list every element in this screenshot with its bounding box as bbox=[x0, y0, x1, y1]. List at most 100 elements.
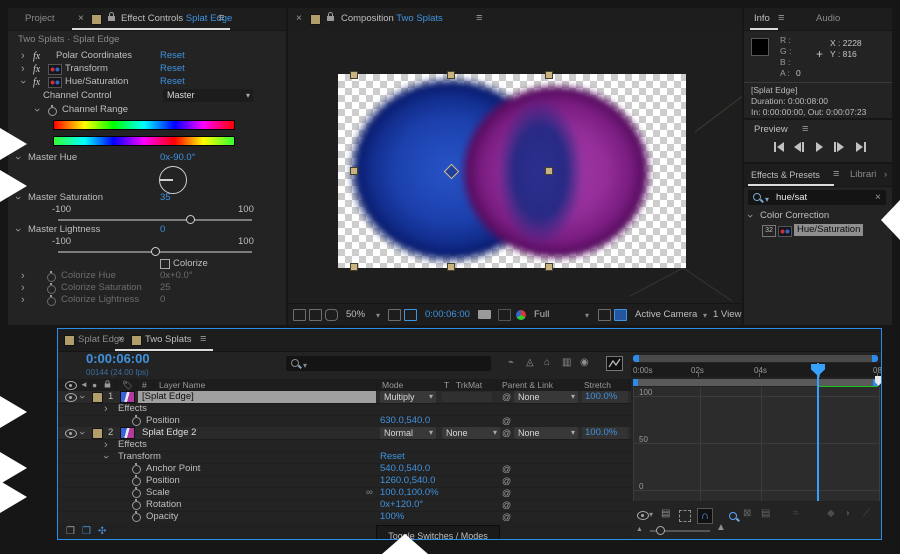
graph-editor-toggle[interactable] bbox=[606, 356, 623, 371]
selection-handle[interactable] bbox=[350, 167, 358, 175]
chevron-right-icon[interactable]: › bbox=[104, 440, 108, 450]
chevron-down-icon[interactable]: › bbox=[77, 395, 87, 399]
expand-in-out-stretch-icon[interactable]: ✣ bbox=[98, 526, 106, 538]
master-hue-value[interactable]: 0x-90.0° bbox=[160, 152, 196, 164]
pickwhip-icon[interactable]: @ bbox=[502, 428, 511, 438]
position-value[interactable]: 1260.0,540.0 bbox=[380, 475, 435, 487]
time-ruler[interactable]: 0:00s 02s 04s 08s bbox=[631, 363, 881, 377]
composition-mini-flowchart-icon[interactable]: ⌁ bbox=[508, 357, 514, 369]
effects-search-box[interactable]: ▾ hue/sat × bbox=[748, 190, 886, 205]
view-layout-menu[interactable]: 1 View bbox=[713, 309, 741, 321]
chevron-right-icon[interactable]: › bbox=[104, 404, 108, 414]
show-snapshot-icon[interactable] bbox=[498, 309, 511, 321]
chevron-down-icon[interactable]: › bbox=[745, 214, 755, 218]
pickwhip-icon[interactable]: @ bbox=[502, 512, 511, 522]
fit-selection-icon[interactable]: ⊠ bbox=[743, 508, 751, 520]
panel-menu-icon[interactable]: ≡ bbox=[778, 12, 784, 24]
ease-handles-icon[interactable]: ⟋ bbox=[863, 508, 870, 520]
panel-menu-icon[interactable]: ≡ bbox=[833, 168, 839, 180]
hide-shy-layers-icon[interactable]: ⌂ bbox=[544, 357, 550, 369]
chevron-down-icon[interactable]: › bbox=[13, 228, 23, 232]
reset-link[interactable]: Reset bbox=[160, 63, 185, 75]
channel-range-row[interactable]: › Channel Range bbox=[8, 104, 286, 116]
blend-mode-dropdown[interactable]: Multiply▾ bbox=[380, 391, 436, 403]
last-frame-button[interactable] bbox=[856, 142, 866, 152]
opacity-value[interactable]: 100% bbox=[380, 511, 404, 523]
slider-knob[interactable] bbox=[151, 247, 160, 256]
tab-audio[interactable]: Audio bbox=[816, 13, 840, 25]
panel-menu-icon[interactable]: ≡ bbox=[802, 123, 808, 135]
stopwatch-icon[interactable] bbox=[132, 489, 141, 498]
position-value[interactable]: 630.0,540.0 bbox=[380, 415, 430, 427]
stopwatch-icon[interactable] bbox=[132, 465, 141, 474]
frame-blending-icon[interactable]: ▥ bbox=[562, 357, 571, 369]
graph-editor[interactable]: 100 50 0 bbox=[633, 387, 879, 501]
stopwatch-icon[interactable] bbox=[132, 417, 141, 426]
composition-flowchart-icon[interactable] bbox=[293, 309, 306, 321]
colorize-checkbox[interactable] bbox=[160, 259, 170, 269]
pickwhip-icon[interactable]: @ bbox=[502, 476, 511, 486]
trkmat-dropdown[interactable]: None▾ bbox=[442, 427, 500, 439]
panel-menu-icon[interactable]: ≡ bbox=[476, 12, 482, 24]
stopwatch-icon[interactable] bbox=[132, 513, 141, 522]
navigator-end-handle[interactable] bbox=[872, 355, 878, 362]
easy-ease-icon[interactable]: ◗ bbox=[845, 508, 851, 520]
stopwatch-icon[interactable] bbox=[132, 501, 141, 510]
layer-name[interactable]: [Splat Edge] bbox=[142, 391, 194, 403]
zoom-slider-knob[interactable] bbox=[656, 526, 665, 535]
pickwhip-icon[interactable]: @ bbox=[502, 488, 511, 498]
pickwhip-icon[interactable]: @ bbox=[502, 500, 511, 510]
stretch-cell[interactable]: 100.0% bbox=[582, 391, 628, 403]
transparency-grid-icon[interactable] bbox=[598, 309, 611, 321]
tab-effect-controls[interactable]: Effect Controls Splat Edge bbox=[121, 13, 232, 25]
chevron-right-icon[interactable]: › bbox=[21, 51, 25, 61]
reset-link[interactable]: Reset bbox=[160, 50, 185, 62]
chevron-right-icon[interactable]: › bbox=[21, 271, 25, 281]
layer-name[interactable]: Splat Edge 2 bbox=[142, 427, 196, 439]
timeline-zoom-slider[interactable] bbox=[650, 530, 710, 532]
blend-mode-dropdown[interactable]: Normal▾ bbox=[380, 427, 436, 439]
audio-column-icon[interactable]: ◄ bbox=[80, 379, 88, 391]
snapshot-camera-icon[interactable] bbox=[478, 310, 491, 319]
draft-3d-icon[interactable]: ◬ bbox=[526, 357, 534, 369]
link-dimensions-icon[interactable]: ∞ bbox=[366, 487, 373, 499]
mask-path-icon[interactable] bbox=[404, 309, 417, 321]
selection-handle[interactable] bbox=[545, 71, 553, 79]
chevron-right-icon[interactable]: › bbox=[21, 283, 25, 293]
work-area-bar[interactable] bbox=[633, 379, 878, 386]
color-correction-group[interactable]: › Color Correction bbox=[744, 210, 892, 222]
parent-dropdown[interactable]: None▾ bbox=[514, 391, 578, 403]
chevron-right-icon[interactable]: › bbox=[21, 64, 25, 74]
zoom-in-mountain-icon[interactable]: ▲ bbox=[716, 522, 726, 534]
tab-info[interactable]: Info bbox=[754, 13, 770, 25]
fit-all-graphs-icon[interactable]: ▤ bbox=[761, 508, 770, 520]
close-icon[interactable]: × bbox=[78, 13, 84, 25]
clear-search-icon[interactable]: × bbox=[875, 192, 881, 204]
composition-viewer[interactable] bbox=[288, 30, 742, 303]
anchor-value[interactable]: 540.0,540.0 bbox=[380, 463, 430, 475]
playhead-line[interactable] bbox=[817, 363, 819, 501]
show-properties-icon[interactable]: ▤ bbox=[661, 508, 670, 520]
selection-handle[interactable] bbox=[545, 263, 553, 271]
effect-list-item-hue-saturation[interactable]: 32 Hue/Saturation bbox=[744, 224, 892, 237]
expand-transfer-controls-icon[interactable]: ❐ bbox=[82, 526, 91, 538]
channel-control-dropdown[interactable]: Master ▾ bbox=[163, 89, 253, 102]
pickwhip-icon[interactable]: @ bbox=[502, 392, 511, 402]
chevron-down-icon[interactable]: › bbox=[101, 455, 111, 459]
fast-previews-icon[interactable] bbox=[614, 309, 627, 321]
tab-effects-presets[interactable]: Effects & Presets bbox=[751, 169, 820, 181]
stretch-cell[interactable]: 100.0% bbox=[582, 427, 628, 439]
edit-keyframe-icon[interactable]: ◆ bbox=[827, 508, 835, 520]
comp-timecode[interactable]: 0:00:06:00 bbox=[425, 309, 470, 321]
monitor-icon[interactable] bbox=[309, 309, 322, 321]
zoom-out-mountain-icon[interactable]: ▲ bbox=[636, 524, 643, 536]
chevron-down-icon[interactable]: › bbox=[18, 80, 28, 84]
selection-handle[interactable] bbox=[350, 71, 358, 79]
parent-dropdown[interactable]: None▾ bbox=[514, 427, 578, 439]
tab-libraries[interactable]: Librari bbox=[850, 169, 876, 181]
choose-graph-type-icon[interactable] bbox=[637, 511, 649, 520]
selection-handle[interactable] bbox=[447, 71, 455, 79]
scale-value[interactable]: 100.0,100.0% bbox=[380, 487, 439, 499]
tab-composition[interactable]: Composition Two Splats bbox=[341, 13, 443, 25]
pickwhip-icon[interactable]: @ bbox=[502, 464, 511, 474]
